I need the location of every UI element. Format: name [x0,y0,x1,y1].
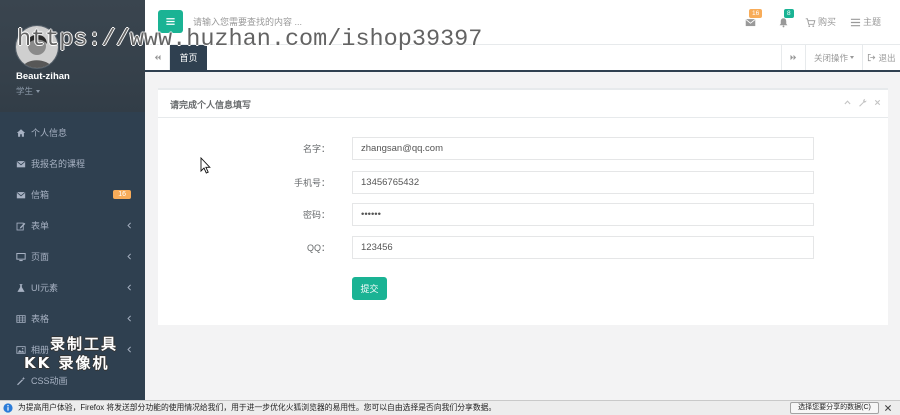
envelope-icon[interactable] [745,17,756,28]
mailbox-count-badge: 16 [113,190,131,199]
magic-icon [16,376,26,386]
sidebar-item-label: CSS动画 [31,376,68,386]
sidebar-item-label: 页面 [31,252,50,262]
name-label: 名字： [302,143,330,154]
caret-down-icon [36,89,41,93]
user-role-dropdown[interactable]: 学生 [16,85,41,97]
sidebar-item-label: 信箱 [31,190,50,200]
envelope-icon [16,190,26,200]
shopping-cart-icon [805,17,816,28]
sidebar-nav: 个人信息 我报名的课程 信箱 16 表单 页面 UI元素 表格 相册 CSS动画 [0,117,145,396]
flask-icon [16,283,26,293]
theme-link[interactable]: 主题 [863,15,881,29]
info-icon [3,403,13,413]
forward-icon [789,53,798,62]
qq-label: QQ： [306,242,330,253]
chevron-left-icon [125,252,134,261]
profile-header: Beaut-zihan 学生 [0,0,145,112]
backward-icon [153,53,162,62]
content-tabs: 首页 关闭操作 退出 [145,45,900,72]
name-field[interactable] [352,137,814,160]
chevron-left-icon [125,221,134,230]
logout-label: 退出 [878,52,896,63]
sidebar: Beaut-zihan 学生 个人信息 我报名的课程 信箱 16 表单 页面 U… [0,0,145,400]
mouse-cursor-icon [200,157,211,174]
top-navbar: 16 8 购买 主题 [145,0,900,45]
sidebar-item-mailbox[interactable]: 信箱 16 [0,179,145,210]
home-icon [16,128,26,138]
sidebar-item-label: 我报名的课程 [31,159,86,169]
user-role-label: 学生 [16,86,34,96]
avatar[interactable] [15,25,59,69]
envelope-icon [16,159,26,169]
wrench-icon[interactable] [858,98,867,107]
tab-home[interactable]: 首页 [170,45,207,70]
user-name[interactable]: Beaut-zihan [16,71,70,82]
tasks-icon [850,17,861,28]
close-icon[interactable] [873,98,882,107]
chevron-up-icon[interactable] [843,98,852,107]
submit-button[interactable]: 提交 [352,277,387,300]
sidebar-item-label: 个人信息 [31,128,68,138]
choose-data-to-share-button[interactable]: 选择您要分享的数据(C) [790,402,879,414]
password-field[interactable] [352,203,814,226]
chevron-left-icon [125,314,134,323]
chevron-left-icon [125,283,134,292]
sidebar-item-ui-elements[interactable]: UI元素 [0,272,145,303]
sidebar-item-personal-info[interactable]: 个人信息 [0,117,145,148]
close-operations-dropdown[interactable]: 关闭操作 [805,45,862,70]
tab-scroll-left-button[interactable] [145,45,170,70]
sidebar-item-css-animation[interactable]: CSS动画 [0,365,145,396]
sidebar-item-label: 相册 [31,345,50,355]
buy-link[interactable]: 购买 [818,15,836,29]
password-label: 密码： [302,209,330,220]
hamburger-icon [165,16,176,27]
search-input[interactable] [193,13,513,31]
table-icon [16,314,26,324]
sidebar-item-label: 表格 [31,314,50,324]
sidebar-item-forms[interactable]: 表单 [0,210,145,241]
close-icon[interactable] [884,404,892,412]
panel-header: 请完成个人信息填写 [158,90,888,118]
messages-count-badge: 16 [749,9,763,18]
browser-notification-bar: 为提高用户体验，Firefox 将发送部分功能的使用情况给我们，用于进一步优化火… [0,400,900,415]
notifications-count-badge: 8 [784,9,794,18]
tab-scroll-right-button[interactable] [781,45,805,70]
chevron-left-icon [125,345,134,354]
sidebar-item-label: UI元素 [31,283,59,293]
close-operations-label: 关闭操作 [813,52,848,63]
panel-title: 请完成个人信息填写 [170,100,252,110]
desktop-icon [16,252,26,262]
profile-form-panel: 请完成个人信息填写 名字： 手机号： 密码： QQ： 提交 [158,88,888,325]
picture-icon [16,345,26,355]
logout-button[interactable]: 退出 [862,45,900,70]
caret-down-icon [850,56,854,59]
notification-message: 为提高用户体验，Firefox 将发送部分功能的使用情况给我们，用于进一步优化火… [18,403,497,412]
bell-icon[interactable] [778,17,789,28]
sidebar-item-pages[interactable]: 页面 [0,241,145,272]
sidebar-item-label: 表单 [31,221,50,231]
qq-field[interactable] [352,236,814,259]
sidebar-toggle-button[interactable] [158,10,183,33]
sidebar-item-tables[interactable]: 表格 [0,303,145,334]
sign-out-icon [867,53,876,62]
phone-field[interactable] [352,171,814,194]
sidebar-item-gallery[interactable]: 相册 [0,334,145,365]
edit-icon [16,221,26,231]
phone-label: 手机号： [293,177,330,188]
sidebar-item-my-courses[interactable]: 我报名的课程 [0,148,145,179]
